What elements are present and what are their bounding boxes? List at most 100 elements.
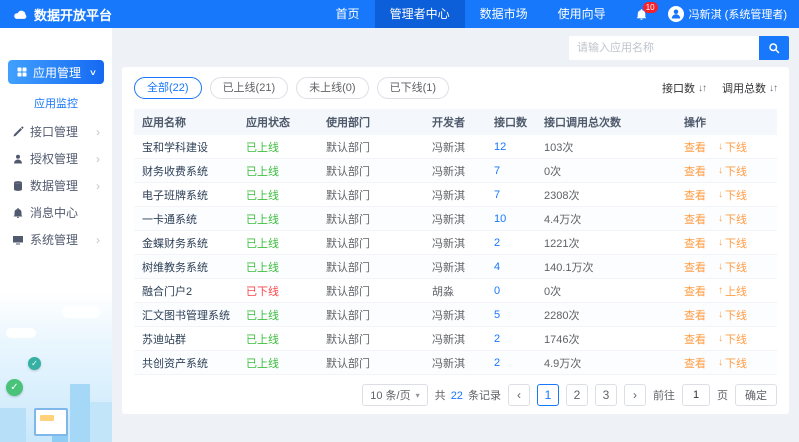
actions-cell: 查看 ↓下线 — [684, 139, 777, 155]
toggle-online-link[interactable]: ↓下线 — [718, 331, 747, 347]
sidebar-item[interactable]: 系统管理› — [0, 226, 112, 253]
view-link[interactable]: 查看 — [684, 259, 706, 275]
calls-cell: 103次 — [544, 139, 684, 155]
jump-page-input[interactable] — [682, 384, 710, 406]
app-table: 应用名称应用状态使用部门开发者接口数接口调用总次数操作 宝和学科建设已上线默认部… — [134, 109, 777, 375]
view-link[interactable]: 查看 — [684, 211, 706, 227]
filter-tab[interactable]: 已上线(21) — [210, 77, 289, 99]
logo: 数据开放平台 — [0, 5, 125, 24]
actions-cell: 查看 ↓下线 — [684, 307, 777, 323]
search-button[interactable] — [759, 36, 789, 60]
status-text: 已上线 — [246, 214, 279, 226]
page-button[interactable]: 3 — [595, 384, 617, 406]
view-link[interactable]: 查看 — [684, 187, 706, 203]
developer-cell: 胡淼 — [432, 283, 494, 299]
api-count-link[interactable]: 7 — [494, 165, 544, 177]
api-count-link[interactable]: 4 — [494, 261, 544, 273]
main-content: 全部(22) 已上线(21) 未上线(0) 已下线(1) 接口数↓↑ 调用总数↓↑ 应用… — [112, 28, 799, 442]
sidebar-item[interactable]: 数据管理 › — [0, 172, 112, 199]
nav-item[interactable]: 管理者中心 — [375, 0, 465, 28]
filter-tab[interactable]: 未上线(0) — [296, 77, 368, 99]
toggle-online-link[interactable]: ↓下线 — [718, 163, 747, 179]
view-link[interactable]: 查看 — [684, 235, 706, 251]
table-row: 融合门户2已下线默认部门胡淼00次查看↑上线 — [134, 279, 777, 303]
page-button[interactable]: 1 — [537, 384, 559, 406]
actions-cell: 查看 ↓下线 — [684, 187, 777, 203]
search-icon — [768, 42, 780, 54]
status-text: 已上线 — [246, 334, 279, 346]
actions-cell: 查看 ↓下线 — [684, 355, 777, 371]
sidebar-item[interactable]: 接口管理› — [0, 118, 112, 145]
notification-bell[interactable]: 10 — [635, 8, 648, 21]
actions-cell: 查看 ↓下线 — [684, 331, 777, 347]
nav-item[interactable]: 数据市场 — [465, 0, 543, 28]
api-count-link[interactable]: 2 — [494, 237, 544, 249]
chevron-right-icon: › — [96, 179, 100, 193]
toggle-online-link[interactable]: ↑上线 — [718, 283, 747, 299]
toggle-label: 下线 — [725, 163, 747, 179]
sidebar-subitem-app-monitor[interactable]: 应用监控 — [0, 84, 112, 118]
column-header: 应用状态 — [246, 114, 326, 130]
dept-cell: 默认部门 — [326, 187, 432, 203]
confirm-button[interactable]: 确定 — [735, 384, 777, 406]
actions-cell: 查看 ↓下线 — [684, 235, 777, 251]
api-icon — [12, 126, 24, 138]
status-text: 已上线 — [246, 262, 279, 274]
nav-item[interactable]: 使用向导 — [543, 0, 621, 28]
toggle-online-link[interactable]: ↓下线 — [718, 307, 747, 323]
sort-button[interactable]: 接口数↓↑ — [662, 80, 706, 96]
view-link[interactable]: 查看 — [684, 283, 706, 299]
page-button[interactable]: 2 — [566, 384, 588, 406]
view-link[interactable]: 查看 — [684, 139, 706, 155]
toggle-online-link[interactable]: ↓下线 — [718, 211, 747, 227]
sidebar-item-app-management[interactable]: 应用管理∨ — [8, 60, 104, 84]
api-count-link[interactable]: 2 — [494, 333, 544, 345]
view-link[interactable]: 查看 — [684, 307, 706, 323]
view-link[interactable]: 查看 — [684, 355, 706, 371]
toggle-label: 下线 — [725, 139, 747, 155]
api-count-link[interactable]: 12 — [494, 141, 544, 153]
status-text: 已上线 — [246, 238, 279, 250]
toggle-online-link[interactable]: ↓下线 — [718, 259, 747, 275]
per-page-select[interactable]: 10 条/页 ▾ — [362, 384, 427, 406]
app-status-cell: 已上线 — [246, 139, 326, 155]
toggle-online-link[interactable]: ↓下线 — [718, 187, 747, 203]
view-link[interactable]: 查看 — [684, 163, 706, 179]
search-input[interactable] — [569, 36, 759, 60]
toggle-online-link[interactable]: ↓下线 — [718, 235, 747, 251]
sidebar-item[interactable]: 消息中心 — [0, 199, 112, 226]
toggle-online-link[interactable]: ↓下线 — [718, 355, 747, 371]
next-page-button[interactable]: › — [624, 384, 646, 406]
status-filters: 全部(22) 已上线(21) 未上线(0) 已下线(1) — [134, 77, 449, 99]
sidebar-menu: 应用管理∨应用监控接口管理›授权管理› 数据管理 › 消息中心系统管理› — [0, 60, 112, 253]
api-count-link[interactable]: 5 — [494, 309, 544, 321]
table-row: 电子班牌系统已上线默认部门冯新淇72308次查看↓下线 — [134, 183, 777, 207]
up-icon: ↑ — [718, 285, 723, 296]
chevron-down-icon: ∨ — [89, 68, 97, 77]
building-shape — [0, 408, 26, 442]
total-records: 共 22 条记录 — [435, 387, 501, 403]
user-menu[interactable]: 冯新淇 (系统管理者) — [668, 6, 787, 22]
sidebar-item[interactable]: 授权管理› — [0, 145, 112, 172]
search-bar — [122, 36, 789, 60]
notification-badge: 10 — [643, 2, 658, 13]
app-title: 数据开放平台 — [34, 5, 112, 24]
api-count-link[interactable]: 2 — [494, 357, 544, 369]
page-buttons: 123 — [537, 384, 617, 406]
api-count-link[interactable]: 0 — [494, 285, 544, 297]
sort-button[interactable]: 调用总数↓↑ — [722, 80, 777, 96]
toggle-online-link[interactable]: ↓下线 — [718, 139, 747, 155]
system-icon — [12, 234, 24, 246]
api-count-link[interactable]: 10 — [494, 213, 544, 225]
total-count: 22 — [449, 390, 465, 402]
status-text: 已上线 — [246, 190, 279, 202]
nav-item[interactable]: 首页 — [321, 0, 375, 28]
app-name-cell: 苏迪站群 — [142, 331, 246, 347]
filter-tab[interactable]: 已下线(1) — [377, 77, 449, 99]
prev-page-button[interactable]: ‹ — [508, 384, 530, 406]
sidebar-item-label: 数据管理 — [30, 177, 78, 194]
view-link[interactable]: 查看 — [684, 331, 706, 347]
calls-cell: 0次 — [544, 283, 684, 299]
filter-tab[interactable]: 全部(22) — [134, 77, 202, 99]
api-count-link[interactable]: 7 — [494, 189, 544, 201]
